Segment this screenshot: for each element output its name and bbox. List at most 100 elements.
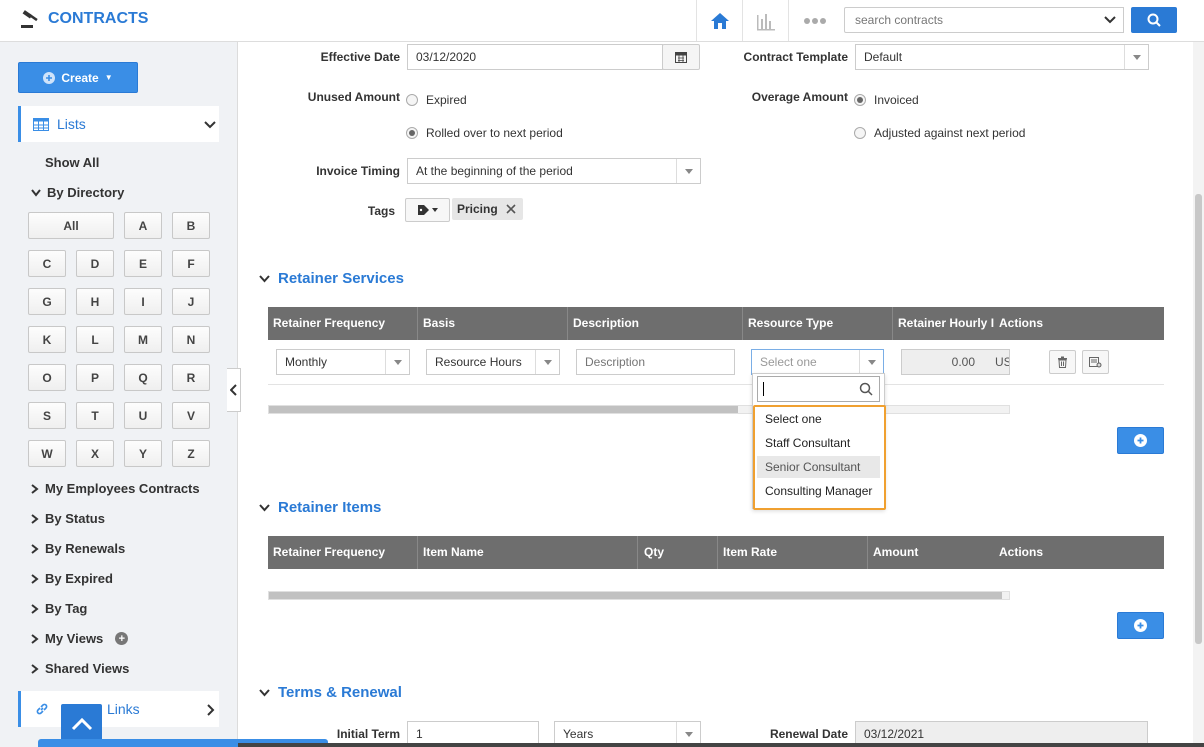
page-scrollbar[interactable] — [1193, 42, 1204, 747]
directory-letter-z[interactable]: Z — [172, 440, 210, 467]
chevron-down-icon — [259, 503, 270, 511]
unused-expired-radio[interactable]: Expired — [406, 93, 467, 107]
dropdown-option[interactable]: Consulting Manager — [757, 480, 880, 502]
overage-adjusted-radio[interactable]: Adjusted against next period — [854, 126, 1025, 140]
more-button[interactable] — [788, 0, 840, 41]
sidebar-item-by-renewals[interactable]: By Renewals — [31, 541, 125, 556]
sidebar-item-by-status[interactable]: By Status — [31, 511, 105, 526]
col-header: Amount — [873, 545, 919, 559]
directory-letter-o[interactable]: O — [28, 364, 66, 391]
retainer-items-toggle[interactable]: Retainer Items — [259, 499, 381, 516]
unused-rolled-over-radio[interactable]: Rolled over to next period — [406, 126, 563, 140]
radio-dot — [406, 94, 418, 106]
plus-circle-icon — [43, 71, 56, 84]
add-tag-button[interactable] — [405, 198, 450, 222]
effective-date-field[interactable]: 03/12/2020 — [407, 44, 663, 70]
contract-template-select[interactable]: Default — [855, 44, 1149, 70]
dropdown-search-input[interactable] — [757, 376, 880, 402]
dropdown-option[interactable]: Staff Consultant — [757, 432, 880, 454]
directory-letter-j[interactable]: J — [172, 288, 210, 315]
app-logo[interactable]: CONTRACTS — [20, 9, 148, 29]
directory-letter-l[interactable]: L — [76, 326, 114, 353]
contract-template-label: Contract Template — [743, 50, 848, 64]
col-header: Item Name — [423, 545, 484, 559]
directory-letter-t[interactable]: T — [76, 402, 114, 429]
more-dots-icon — [803, 17, 826, 24]
close-icon[interactable] — [506, 204, 516, 214]
overage-invoiced-radio[interactable]: Invoiced — [854, 93, 919, 107]
dropdown-option[interactable]: Senior Consultant — [757, 456, 880, 478]
search-icon — [859, 382, 873, 396]
show-all-link[interactable]: Show All — [45, 155, 99, 170]
horizontal-scrollbar[interactable] — [268, 591, 1010, 600]
home-icon — [710, 12, 729, 29]
retainer-rate-field[interactable]: 0.00 — [901, 349, 984, 375]
directory-letter-a[interactable]: A — [124, 212, 162, 239]
directory-letter-e[interactable]: E — [124, 250, 162, 277]
sidebar-item-by-expired[interactable]: By Expired — [31, 571, 113, 586]
create-button[interactable]: Create ▼ — [18, 62, 138, 93]
add-retainer-service-button[interactable] — [1117, 427, 1164, 454]
home-button[interactable] — [696, 0, 742, 41]
retainer-services-toggle[interactable]: Retainer Services — [259, 270, 404, 287]
directory-letter-w[interactable]: W — [28, 440, 66, 467]
search-input[interactable] — [844, 7, 1097, 33]
horizontal-scrollbar[interactable] — [268, 405, 1010, 414]
add-note-button[interactable] — [1082, 350, 1109, 374]
date-picker-button[interactable] — [662, 44, 700, 70]
directory-letter-d[interactable]: D — [76, 250, 114, 277]
basis-value: Resource Hours — [435, 355, 522, 369]
by-directory-toggle[interactable]: By Directory — [31, 185, 124, 200]
invoice-timing-select[interactable]: At the beginning of the period — [407, 158, 701, 184]
directory-letter-q[interactable]: Q — [124, 364, 162, 391]
directory-letter-v[interactable]: V — [172, 402, 210, 429]
directory-letter-b[interactable]: B — [172, 212, 210, 239]
reports-button[interactable] — [742, 0, 788, 41]
directory-letter-h[interactable]: H — [76, 288, 114, 315]
create-button-label: Create — [61, 70, 99, 85]
collapse-sidebar-button[interactable] — [227, 368, 241, 412]
gavel-icon — [21, 10, 38, 28]
sidebar-item-my-employees-contracts[interactable]: My Employees Contracts — [31, 481, 200, 496]
caret-down-icon: ▼ — [104, 73, 113, 82]
directory-letter-y[interactable]: Y — [124, 440, 162, 467]
lists-panel-header[interactable]: Lists — [18, 106, 219, 142]
add-view-icon[interactable]: + — [115, 632, 129, 645]
directory-letter-c[interactable]: C — [28, 250, 66, 277]
directory-letter-p[interactable]: P — [76, 364, 114, 391]
col-header: Actions — [999, 316, 1044, 330]
directory-letter-u[interactable]: U — [124, 402, 162, 429]
chevron-left-icon — [229, 384, 237, 396]
basis-select[interactable]: Resource Hours — [426, 349, 560, 375]
sidebar-item-by-tag[interactable]: By Tag — [31, 601, 87, 616]
trash-icon — [1058, 356, 1067, 368]
terms-renewal-toggle[interactable]: Terms & Renewal — [259, 684, 402, 701]
sidebar-item-shared-views[interactable]: Shared Views — [31, 661, 129, 676]
add-retainer-item-button[interactable] — [1117, 612, 1164, 639]
directory-letter-r[interactable]: R — [172, 364, 210, 391]
retainer-frequency-select[interactable]: Monthly — [276, 349, 410, 375]
top-bar: CONTRACTS — [0, 0, 1204, 42]
scroll-to-top-button[interactable] — [61, 704, 102, 743]
directory-letter-m[interactable]: M — [124, 326, 162, 353]
search-button[interactable] — [1131, 7, 1177, 33]
directory-letter-k[interactable]: K — [28, 326, 66, 353]
search-options-dropdown[interactable] — [1096, 7, 1124, 33]
dropdown-option[interactable]: Select one — [757, 408, 880, 430]
description-input[interactable] — [576, 349, 735, 375]
quick-links-panel-header[interactable]: Links — [18, 691, 219, 727]
resource-type-select[interactable]: Select one — [751, 349, 884, 375]
directory-letter-n[interactable]: N — [172, 326, 210, 353]
directory-letter-s[interactable]: S — [28, 402, 66, 429]
sidebar-item-my-views[interactable]: My Views + — [31, 631, 129, 646]
directory-letter-x[interactable]: X — [76, 440, 114, 467]
link-icon — [36, 703, 48, 715]
directory-letter-f[interactable]: F — [172, 250, 210, 277]
directory-letter-i[interactable]: I — [124, 288, 162, 315]
delete-row-button[interactable] — [1049, 350, 1076, 374]
term-unit-value: Years — [563, 727, 594, 741]
radio-dot — [854, 127, 866, 139]
note-add-icon — [1089, 357, 1102, 368]
directory-letter-g[interactable]: G — [28, 288, 66, 315]
directory-letter-all[interactable]: All — [28, 212, 114, 239]
